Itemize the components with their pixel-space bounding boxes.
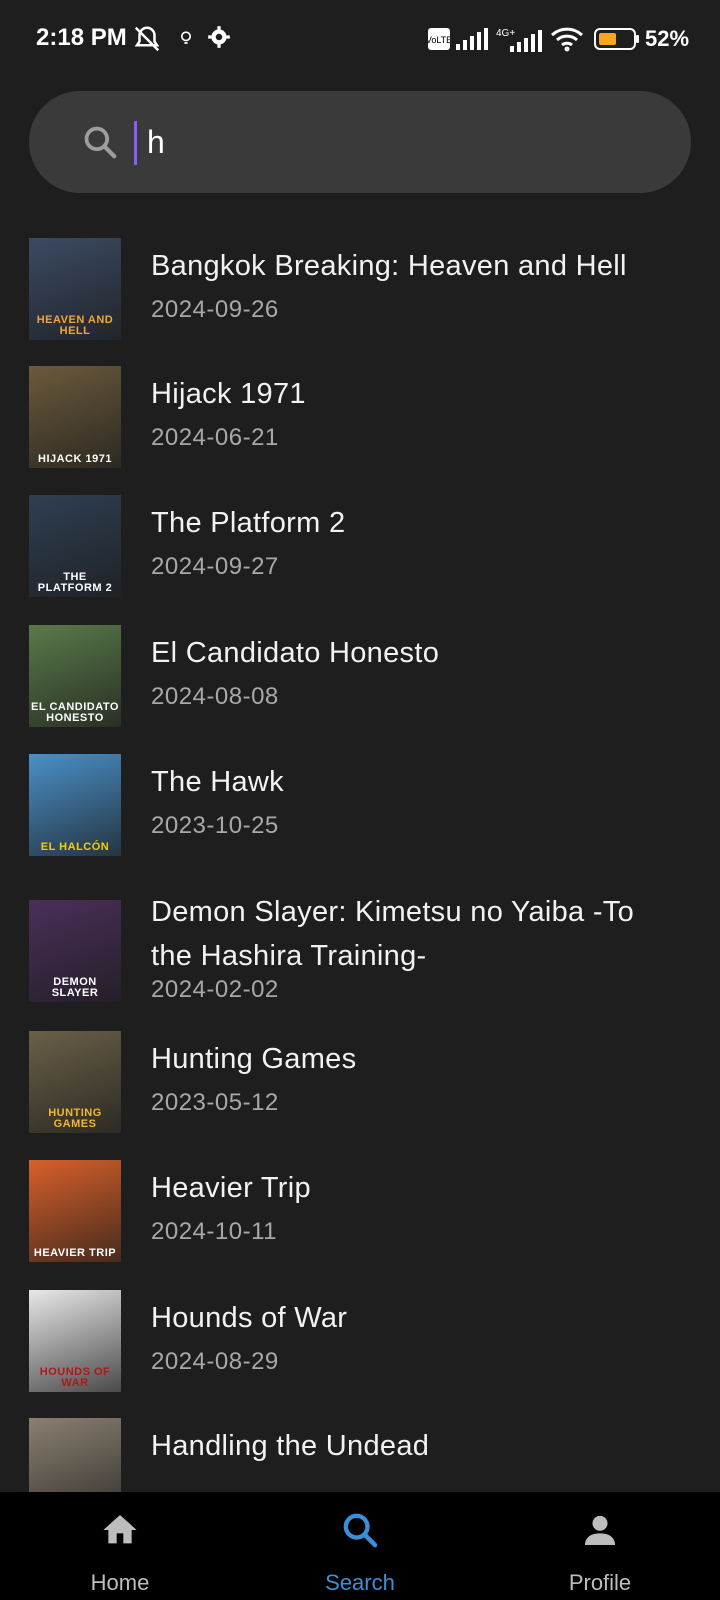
poster-image[interactable]: DEMON SLAYER [29,900,121,1002]
result-date: 2023-10-25 [151,812,279,839]
svg-text:VoLTE: VoLTE [428,35,450,45]
wifi-icon [550,26,584,57]
result-date: 2024-09-27 [151,553,279,580]
result-item[interactable]: HUNTING GAMES Hunting Games 2023-05-12 [29,1031,689,1141]
result-title[interactable]: The Platform 2 [151,501,671,545]
poster-image[interactable]: HIJACK 1971 [29,366,121,468]
result-item[interactable]: THE PLATFORM 2 The Platform 2 2024-09-27 [29,495,689,605]
battery-icon [594,28,640,55]
text-cursor [134,121,137,165]
result-date: 2024-08-08 [151,683,279,710]
person-icon [580,1510,620,1555]
poster-title-art: HUNTING GAMES [48,1107,102,1130]
search-bar[interactable] [29,91,691,193]
result-item[interactable]: HIJACK 1971 Hijack 1971 2024-06-21 [29,366,689,476]
poster-title-art: EL HALCÓN [40,841,110,853]
poster-title-art: HOUNDS OF WAR [39,1366,111,1389]
status-bar: 2:18 PM VoLTE 4G+ 52% [0,0,720,80]
result-title[interactable]: Hijack 1971 [151,372,671,416]
mute-icon [132,24,162,59]
poster-image[interactable]: HANDLING THE UNDEAD [29,1418,121,1492]
bulb-icon [176,28,196,53]
result-date: 2023-05-12 [151,1089,279,1116]
poster-image[interactable]: EL CANDIDATO HONESTO [29,625,121,727]
poster-title-art: HIJACK 1971 [38,453,112,465]
nav-home-label: Home [90,1570,150,1595]
result-date: 2024-06-21 [151,424,279,451]
result-item[interactable]: HANDLING THE UNDEAD Handling the Undead [29,1418,689,1492]
poster-title-art: EL CANDIDATO HONESTO [31,701,119,724]
result-title[interactable]: The Hawk [151,760,671,804]
result-item[interactable]: DEMON SLAYER Demon Slayer: Kimetsu no Yai… [29,884,689,1024]
search-input[interactable] [145,115,649,169]
status-time: 2:18 PM [36,24,127,51]
poster-image[interactable]: HEAVEN AND HELL [29,238,121,340]
result-date: 2024-02-02 [151,976,279,1003]
poster-image[interactable]: EL HALCÓN [29,754,121,856]
poster-image[interactable]: HOUNDS OF WAR [29,1290,121,1392]
nav-search-label: Search [325,1570,395,1595]
result-title[interactable]: El Candidato Honesto [151,631,671,675]
home-icon [100,1510,140,1555]
search-icon [340,1510,380,1555]
nav-profile[interactable]: Profile [480,1492,720,1600]
poster-title-art: DEMON SLAYER [51,976,99,999]
results-list[interactable]: HEAVEN AND HELL Bangkok Breaking: Heaven … [0,238,720,1492]
poster-image[interactable]: HUNTING GAMES [29,1031,121,1133]
result-date: 2024-09-26 [151,296,279,323]
poster-image[interactable]: THE PLATFORM 2 [29,495,121,597]
result-title[interactable]: Heavier Trip [151,1166,671,1210]
result-title[interactable]: Demon Slayer: Kimetsu no Yaiba -To the H… [151,890,671,978]
result-date: 2024-08-29 [151,1348,279,1375]
volte-icon: VoLTE [426,28,452,55]
result-date: 2024-10-11 [151,1218,277,1245]
result-item[interactable]: EL HALCÓN The Hawk 2023-10-25 [29,754,689,864]
nav-home[interactable]: Home [0,1492,240,1600]
poster-title-art: THE PLATFORM 2 [37,571,113,594]
battery-percent: 52% [645,26,690,51]
poster-title-art: HEAVIER TRIP [33,1247,117,1259]
result-title[interactable]: Hounds of War [151,1296,671,1340]
result-item[interactable]: HEAVIER TRIP Heavier Trip 2024-10-11 [29,1160,689,1270]
svg-text:4G+: 4G+ [496,28,515,39]
nav-search[interactable]: Search [240,1492,480,1600]
result-item[interactable]: EL CANDIDATO HONESTO El Candidato Honesto… [29,625,689,735]
signal-icon [456,28,488,55]
poster-image[interactable]: HEAVIER TRIP [29,1160,121,1262]
result-item[interactable]: HOUNDS OF WAR Hounds of War 2024-08-29 [29,1290,689,1400]
result-item[interactable]: HEAVEN AND HELL Bangkok Breaking: Heaven … [29,238,689,348]
result-title[interactable]: Bangkok Breaking: Heaven and Hell [151,244,671,288]
result-title[interactable]: Hunting Games [151,1037,671,1081]
search-icon [81,123,119,166]
poster-title-art: HEAVEN AND HELL [36,314,114,337]
signal-4g-icon: 4G+ [496,26,542,57]
nav-profile-label: Profile [568,1570,632,1595]
bottom-navigation: Home Search Profile [0,1492,720,1600]
result-title[interactable]: Handling the Undead [151,1424,671,1468]
settings-gear-icon [206,24,232,55]
